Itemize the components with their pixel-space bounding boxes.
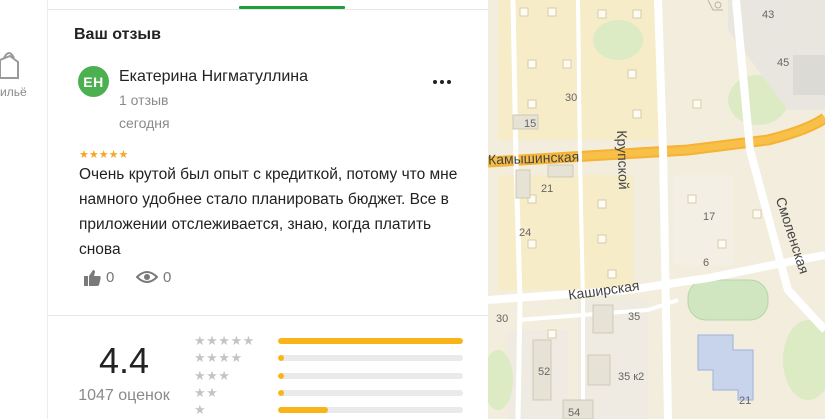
house-number: 45 [777, 57, 790, 69]
distribution-bar-fill [278, 373, 285, 379]
eye-icon [136, 271, 158, 283]
distribution-bar-track [278, 390, 463, 396]
distribution-bar-fill [278, 407, 328, 413]
rating-count: 1047 оценок [78, 387, 170, 404]
review-panel: Ваш отзыв ЕН Екатерина Нигматуллина 1 от… [48, 0, 488, 419]
street-label-kamyshinskaya: Камышинская [488, 148, 580, 168]
likes-count: 0 [106, 268, 115, 286]
distribution-bar-track [278, 355, 463, 361]
author-name[interactable]: Екатерина Нигматуллина [119, 68, 308, 86]
house-number: 6 [703, 257, 710, 269]
review-star-rating: ★★★★★ [79, 149, 129, 161]
left-rail: ильё [0, 0, 48, 419]
like-button[interactable]: 0 [84, 266, 114, 288]
house-number: 35 [628, 311, 641, 323]
distribution-bar-fill [278, 338, 463, 344]
house-number: 15 [524, 118, 537, 130]
house-number: 43 [762, 9, 775, 21]
map-view[interactable]: Камышинская Крупской Смоленская Каширска… [488, 0, 825, 419]
distribution-stars: ★★★ [194, 368, 231, 383]
distribution-bar-track [278, 338, 463, 344]
views-count: 0 [163, 268, 172, 286]
section-divider [48, 315, 488, 316]
house-number: 21 [541, 183, 554, 195]
distribution-bar-track [278, 407, 463, 413]
house-number: 35 к2 [618, 371, 645, 383]
house-number: 30 [565, 92, 578, 104]
distribution-stars: ★★★★ [194, 350, 243, 365]
rating-distribution-row: ★★★★★ [194, 333, 463, 348]
house-number: 54 [568, 407, 581, 419]
house-number: 52 [538, 366, 551, 378]
avatar[interactable]: ЕН [78, 66, 109, 97]
distribution-stars: ★★ [194, 385, 219, 400]
views-indicator[interactable]: 0 [136, 266, 171, 288]
bag-icon[interactable] [0, 46, 24, 80]
more-dots-icon [433, 80, 451, 84]
tab-divider [48, 9, 488, 10]
distribution-bar-fill [278, 390, 285, 396]
distribution-bar-track [278, 373, 463, 379]
author-reviews-count: 1 отзыв [119, 92, 169, 108]
distribution-stars: ★★★★★ [194, 333, 255, 348]
distribution-bar-fill [278, 355, 285, 361]
map-canvas[interactable] [488, 0, 825, 419]
section-title: Ваш отзыв [74, 26, 161, 43]
street-label-krupskoy: Крупской [614, 130, 633, 190]
rating-distribution-row: ★ [194, 402, 463, 417]
distribution-stars: ★ [194, 402, 207, 417]
more-options-button[interactable] [428, 70, 458, 94]
house-number: 30 [496, 313, 509, 325]
thumbs-up-icon [84, 269, 101, 286]
review-date: сегодня [119, 115, 170, 131]
rating-value: 4.4 [98, 340, 150, 381]
review-text: Очень крутой был опыт с кредиткой, потом… [79, 166, 458, 258]
rating-distribution-row: ★★★★ [194, 350, 463, 365]
rail-item-label[interactable]: ильё [0, 85, 27, 99]
rating-distribution-row: ★★★ [194, 368, 463, 383]
rating-distribution-row: ★★ [194, 385, 463, 400]
house-number: 21 [739, 395, 752, 407]
house-number: 17 [703, 211, 716, 223]
house-number: 24 [519, 227, 532, 239]
